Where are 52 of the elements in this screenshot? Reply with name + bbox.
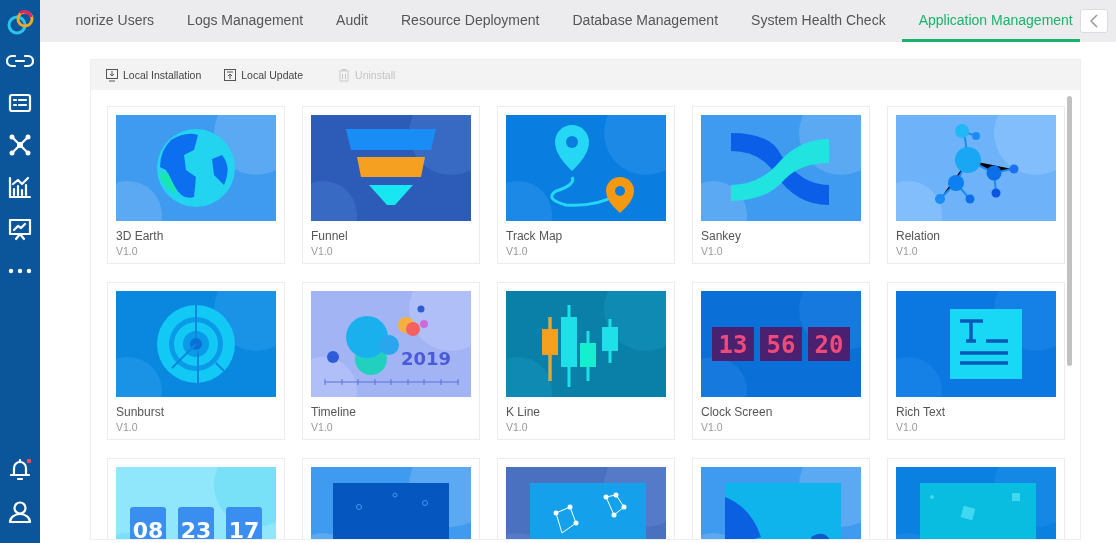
clock-digits: 13 (718, 331, 748, 359)
app-name: Timeline (311, 405, 357, 419)
app-card[interactable]: Sunburst V1.0 (107, 282, 285, 440)
clock-digits: 20 (814, 331, 844, 359)
app-card[interactable]: Relation V1.0 (887, 106, 1065, 264)
app-version: V1.0 (311, 245, 334, 258)
tab[interactable]: Database Management (556, 0, 735, 42)
app-card[interactable]: Track Map V1.0 (497, 106, 675, 264)
app-name: Clock Screen (701, 405, 774, 419)
app-version: V1.0 (896, 421, 919, 434)
countdown-digits: 23 (180, 518, 212, 539)
app-version: V1.0 (116, 421, 139, 434)
tab[interactable]: System Health Check (734, 0, 903, 42)
toolbar-button[interactable]: Local Update (223, 68, 304, 82)
app-name: Track Map (506, 229, 564, 243)
app-name: Relation (896, 229, 942, 243)
chevron-left-icon (1089, 14, 1099, 28)
logo-icon (6, 8, 34, 36)
app-card[interactable]: K Line V1.0 (497, 282, 675, 440)
trash-icon (337, 68, 352, 82)
app-version: V1.0 (116, 245, 139, 258)
app-card[interactable]: Funnel V1.0 (302, 106, 480, 264)
app-version: V1.0 (506, 245, 529, 258)
app-name: 3D Earth (116, 229, 165, 243)
app-version: V1.0 (896, 245, 919, 258)
app-card[interactable]: Sankey V1.0 (692, 106, 870, 264)
tab[interactable]: Logs Management (170, 0, 320, 42)
download-icon (105, 68, 119, 82)
tab[interactable]: norize Users (59, 0, 171, 42)
scrollbar[interactable] (1067, 96, 1072, 366)
app-card[interactable]: 13 56 20 Clock Screen V1.0 (692, 282, 870, 440)
countdown-digits: 17 (228, 518, 260, 539)
app-card[interactable]: 2019 Timeline V1.0 (302, 282, 480, 440)
countdown-digits: 08 (132, 518, 164, 539)
clock-digits: 56 (766, 331, 796, 359)
app-card[interactable]: 3D Earth V1.0 (107, 106, 285, 264)
app-version: V1.0 (506, 421, 529, 434)
toolbar-button[interactable]: Local Installation (105, 68, 202, 82)
year-label: 2019 (400, 348, 452, 369)
app-version: V1.0 (701, 421, 724, 434)
app-name: Rich Text (896, 405, 947, 419)
app-version: V1.0 (311, 421, 334, 434)
app-card[interactable]: Rich Text V1.0 (887, 282, 1065, 440)
upload-icon (223, 68, 238, 82)
app-name: Funnel (311, 229, 349, 243)
app-name: Sankey (701, 229, 743, 243)
tab[interactable]: Audit (319, 0, 385, 42)
user-icon[interactable] (6, 498, 34, 526)
app-name: Sunburst (116, 405, 166, 419)
app-name: K Line (506, 405, 542, 419)
app-version: V1.0 (701, 245, 724, 258)
tab[interactable]: Resource Deployment (384, 0, 556, 42)
